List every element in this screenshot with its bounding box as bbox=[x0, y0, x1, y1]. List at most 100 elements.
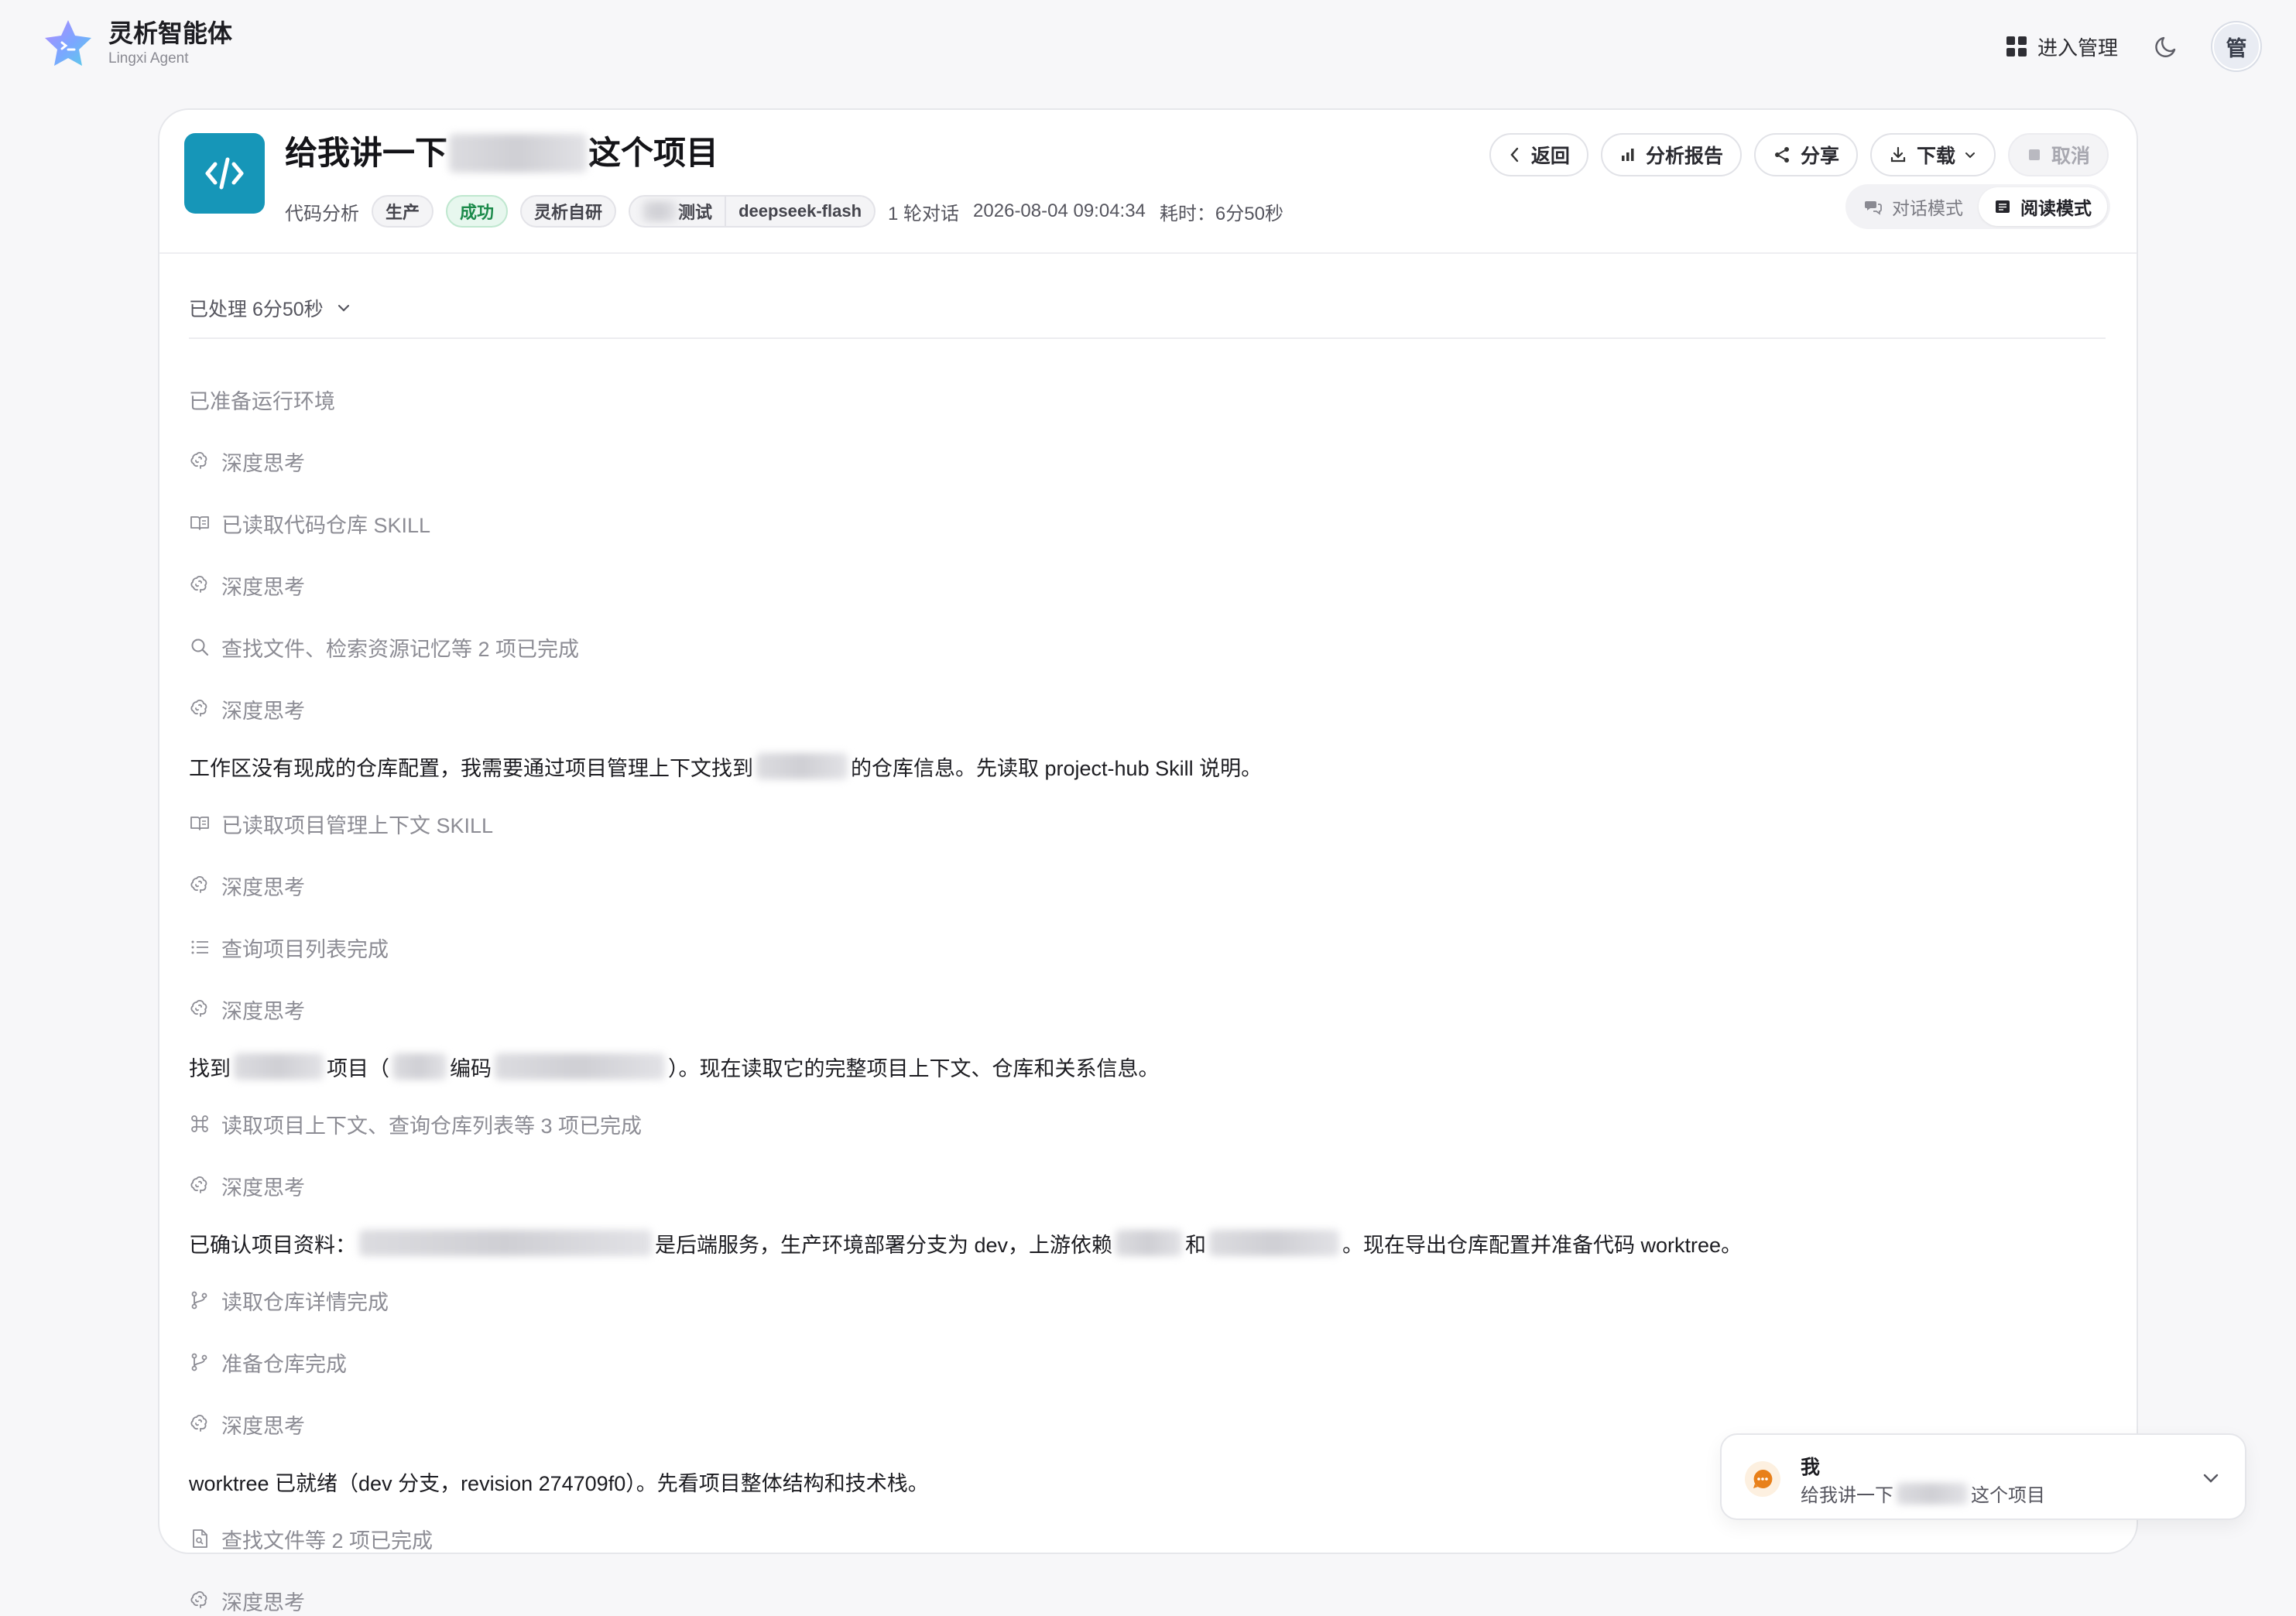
admin-link[interactable]: 进入管理 bbox=[2006, 33, 2118, 61]
download-button[interactable]: 下载 bbox=[1869, 133, 1996, 176]
topbar-actions: 进入管理 管 bbox=[2006, 22, 2260, 71]
step-label: 深度思考 bbox=[221, 875, 305, 899]
brain-icon bbox=[190, 1176, 207, 1193]
step-item: 已读取代码仓库 SKILL bbox=[189, 508, 430, 539]
document-icon bbox=[1996, 200, 2010, 213]
step-item: 深度思考 bbox=[189, 1170, 305, 1201]
chevron-down-icon bbox=[338, 304, 349, 312]
chat-mode-label: 对话模式 bbox=[1892, 198, 1963, 218]
step-item: 深度思考 bbox=[189, 994, 305, 1025]
step-item: 深度思考 bbox=[189, 870, 305, 901]
title-prefix: 给我讲一下 bbox=[285, 135, 448, 171]
back-button[interactable]: 返回 bbox=[1489, 133, 1588, 176]
share-button[interactable]: 分享 bbox=[1753, 133, 1858, 176]
assistant-message: 工作区没有现成的仓库配置，我需要通过项目管理上下文找到 的仓库信息。先读取 pro… bbox=[189, 751, 1262, 782]
message-preview: 给我讲一下 这个项目 bbox=[1801, 1480, 2045, 1507]
redacted-project-name bbox=[449, 134, 588, 173]
message-author: 我 bbox=[1801, 1457, 1821, 1478]
message-text: 的仓库信息。先读取 project-hub Skill 说明。 bbox=[851, 756, 1263, 780]
message-text: 项目（ bbox=[327, 1056, 389, 1080]
redacted-text bbox=[756, 753, 848, 779]
session-meta: 代码分析 生产 成功 灵析自研 测试 deepseek-flash 1 轮对话 … bbox=[285, 193, 1297, 229]
chevron-down-icon[interactable] bbox=[2198, 1466, 2223, 1491]
bar-chart-icon bbox=[1621, 149, 1634, 161]
step-item: 深度思考 bbox=[189, 570, 305, 601]
step-label: 深度思考 bbox=[221, 999, 305, 1023]
step-label: 准备仓库完成 bbox=[221, 1352, 347, 1376]
redacted-text bbox=[359, 1230, 652, 1256]
step-label: 深度思考 bbox=[221, 1176, 305, 1200]
stop-icon bbox=[2028, 149, 2040, 160]
brain-icon bbox=[190, 876, 207, 893]
list-icon bbox=[191, 940, 208, 954]
chat-bubbles-icon bbox=[1865, 201, 1882, 215]
step-label: 深度思考 bbox=[221, 699, 305, 723]
step-label: 深度思考 bbox=[221, 451, 305, 475]
model-tag: 测试 deepseek-flash bbox=[629, 195, 876, 228]
brand-logo-icon bbox=[45, 20, 91, 66]
brain-icon bbox=[190, 1000, 207, 1017]
step-label: 读取项目上下文、查询仓库列表等 3 项已完成 bbox=[221, 1114, 643, 1138]
step-label: 已准备运行环境 bbox=[189, 389, 335, 413]
step-item: 已读取项目管理上下文 SKILL bbox=[189, 808, 493, 839]
message-suffix: 这个项目 bbox=[1971, 1485, 2045, 1506]
search-icon bbox=[191, 639, 209, 656]
brain-icon bbox=[190, 452, 207, 469]
step-item: 深度思考 bbox=[189, 1409, 305, 1440]
assistant-message: worktree 已就绪（dev 分支，revision 274709f0）。先… bbox=[189, 1466, 929, 1497]
back-label: 返回 bbox=[1530, 146, 1570, 167]
message-text: 找到 bbox=[189, 1056, 231, 1080]
message-text: ）。现在读取它的完整项目上下文、仓库和关系信息。 bbox=[668, 1056, 1160, 1080]
step-item: 读取项目上下文、查询仓库列表等 3 项已完成 bbox=[189, 1108, 642, 1139]
step-item: 准备仓库完成 bbox=[189, 1347, 347, 1378]
file-icon bbox=[193, 1529, 207, 1548]
page-title: 给我讲一下 这个项目 bbox=[285, 130, 718, 176]
processed-toggle[interactable]: 已处理 6分50秒 bbox=[189, 293, 353, 324]
download-label: 下载 bbox=[1916, 146, 1955, 167]
step-label: 已读取代码仓库 SKILL bbox=[221, 513, 431, 537]
share-icon bbox=[1774, 147, 1789, 163]
code-analysis-icon bbox=[184, 133, 265, 214]
chevron-left-icon bbox=[1510, 147, 1519, 163]
report-button[interactable]: 分析报告 bbox=[1600, 133, 1742, 176]
step-item: 深度思考 bbox=[189, 446, 305, 477]
view-mode-switch: 对话模式 阅读模式 bbox=[1845, 184, 2110, 229]
cancel-button[interactable]: 取消 bbox=[2007, 133, 2109, 176]
header-actions: 返回 分析报告 分享 下载 取消 bbox=[1477, 133, 2109, 176]
step-item: 查找文件、检索资源记忆等 2 项已完成 bbox=[189, 632, 579, 662]
step-item: 深度思考 bbox=[189, 1585, 305, 1616]
brand[interactable]: 灵析智能体 Lingxi Agent bbox=[42, 17, 232, 70]
chat-mode-toggle[interactable]: 对话模式 bbox=[1849, 187, 1979, 226]
floating-user-message[interactable]: 我 给我讲一下 这个项目 bbox=[1720, 1433, 2246, 1520]
admin-link-label: 进入管理 bbox=[2037, 36, 2118, 60]
report-label: 分析报告 bbox=[1645, 146, 1723, 167]
step-item: 查找文件等 2 项已完成 bbox=[189, 1523, 433, 1554]
message-text: 已确认项目资料： bbox=[189, 1233, 356, 1257]
moon-icon[interactable] bbox=[2152, 33, 2180, 60]
step-label: 深度思考 bbox=[221, 1590, 305, 1614]
step-item: 读取仓库详情完成 bbox=[189, 1285, 389, 1316]
step-item: 深度思考 bbox=[189, 693, 305, 724]
message-text: 。现在导出仓库配置并准备代码 worktree。 bbox=[1342, 1233, 1743, 1257]
brain-icon bbox=[190, 1591, 207, 1608]
brain-icon bbox=[190, 1415, 207, 1432]
download-icon bbox=[1890, 146, 1906, 163]
step-item: 查询项目列表完成 bbox=[189, 932, 389, 963]
message-prefix: 给我讲一下 bbox=[1801, 1485, 1893, 1506]
redacted-text bbox=[1115, 1230, 1183, 1256]
status-badge: 成功 bbox=[446, 195, 509, 228]
book-icon bbox=[190, 817, 209, 830]
step-label: 查找文件等 2 项已完成 bbox=[221, 1529, 433, 1553]
session-header: 给我讲一下 这个项目 代码分析 生产 成功 灵析自研 测试 deepseek-f… bbox=[159, 110, 2137, 254]
read-mode-toggle[interactable]: 阅读模式 bbox=[1979, 187, 2107, 226]
brand-name: 灵析智能体 bbox=[108, 19, 233, 47]
book-icon bbox=[190, 516, 209, 530]
chat-bubble-icon bbox=[1745, 1461, 1780, 1497]
rounds-count: 1 轮对话 bbox=[888, 203, 960, 224]
assistant-message: 已确认项目资料： 是后端服务，生产环境部署分支为 dev，上游依赖 和 。现在导出仓库… bbox=[189, 1227, 1742, 1258]
cancel-label: 取消 bbox=[2051, 146, 2090, 167]
redacted-model-prefix bbox=[643, 201, 677, 221]
branch-icon bbox=[191, 1291, 207, 1310]
message-text: 工作区没有现成的仓库配置，我需要通过项目管理上下文找到 bbox=[189, 756, 753, 780]
avatar[interactable]: 管 bbox=[2212, 22, 2260, 70]
